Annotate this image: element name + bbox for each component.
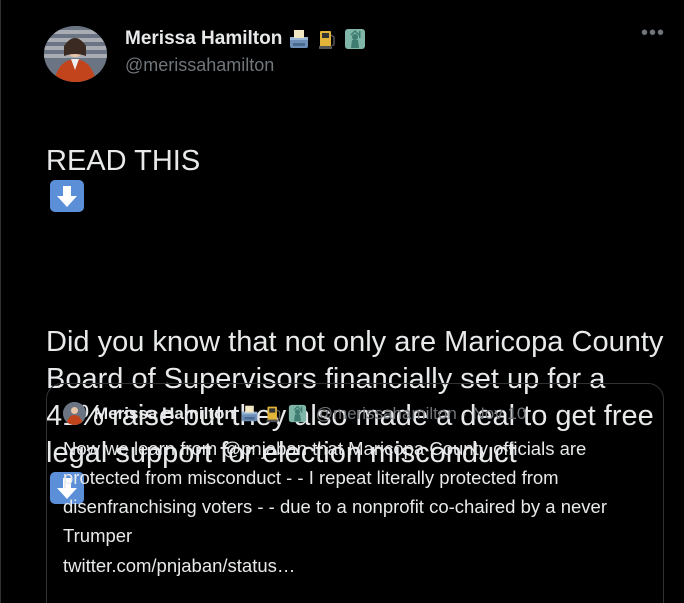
- statue-of-liberty-icon: [288, 404, 307, 423]
- ballot-box-icon: [288, 28, 310, 50]
- quoted-handle: @merissahamilton: [315, 403, 457, 423]
- quoted-date: Nov 10: [472, 403, 527, 423]
- fuel-pump-icon: [264, 404, 283, 423]
- quoted-separator: ·: [461, 403, 468, 423]
- quoted-author-avatar: [63, 402, 86, 425]
- tweet-line-1: READ THIS: [46, 145, 201, 177]
- statue-of-liberty-icon: [344, 28, 366, 50]
- quoted-tweet-link[interactable]: twitter.com/pnjaban/status…: [63, 551, 295, 580]
- author-handle[interactable]: @merissahamilton: [125, 55, 274, 76]
- author-display-name[interactable]: Merissa Hamilton: [125, 28, 282, 50]
- ballot-box-icon: [240, 404, 259, 423]
- author-avatar[interactable]: [44, 26, 107, 82]
- quoted-tweet-header: Merissa Hamilton @merissahamilton · Nov …: [63, 402, 526, 425]
- quoted-tweet[interactable]: Merissa Hamilton @merissahamilton · Nov …: [46, 383, 664, 603]
- author-name-row[interactable]: Merissa Hamilton: [125, 28, 366, 50]
- fuel-pump-icon: [316, 28, 338, 50]
- quoted-tweet-text: Now we learn from @pnjaban that Maricopa…: [63, 438, 607, 546]
- quoted-display-name: Merissa Hamilton: [94, 403, 235, 423]
- more-options-button[interactable]: •••: [641, 23, 665, 43]
- tweet-card: Merissa Hamilton @merissahamilton ••• RE…: [0, 0, 684, 603]
- down-arrow-icon: [50, 180, 84, 212]
